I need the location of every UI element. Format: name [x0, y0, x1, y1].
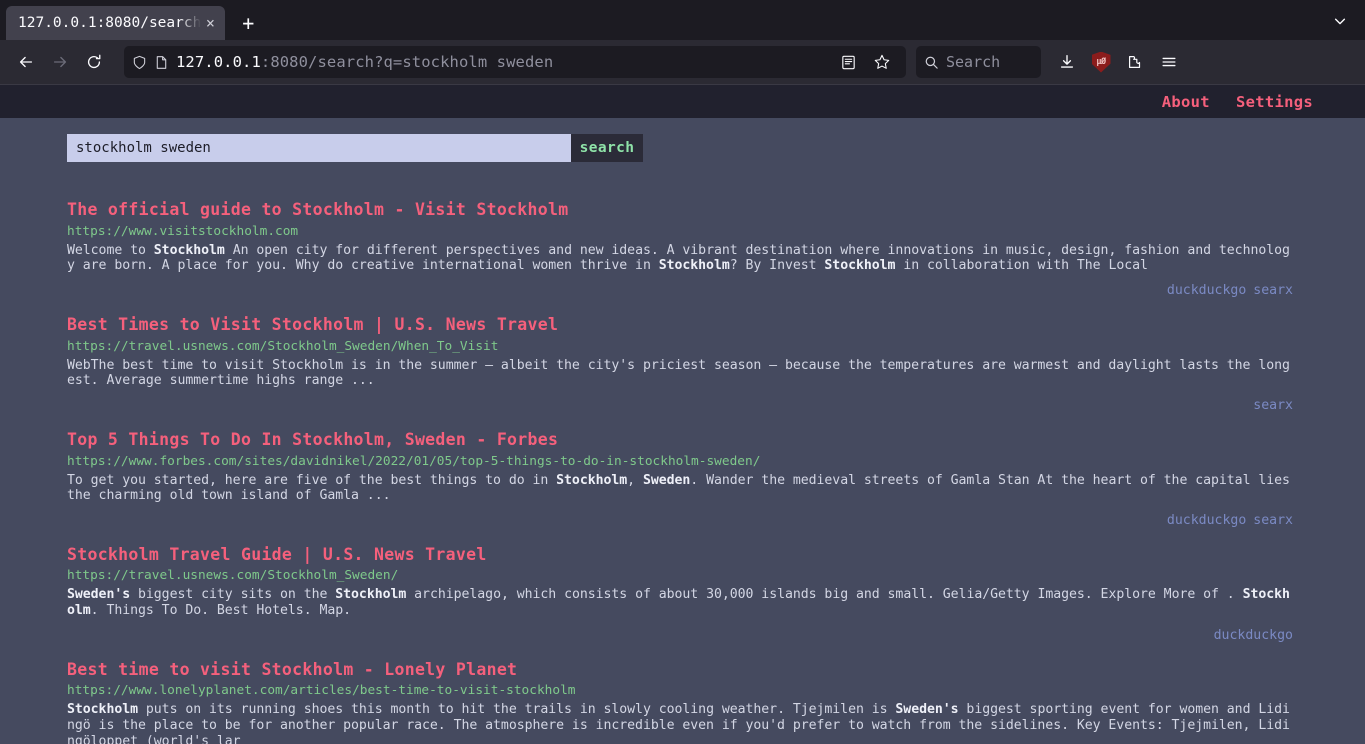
browser-search-placeholder: Search [946, 53, 1001, 71]
result-url: https://travel.usnews.com/Stockholm_Swed… [67, 338, 499, 354]
navigation-toolbar: 127.0.0.1:8080/search?q=stockholm sweden [0, 40, 1365, 85]
result-snippet: Stockholm puts on its running shoes this… [67, 702, 1290, 744]
highlight-term: Stockholm [67, 702, 139, 718]
tab-strip: 127.0.0.1:8080/search × + [0, 0, 1365, 40]
extension-puzzle-icon [1128, 55, 1141, 69]
browser-tab[interactable]: 127.0.0.1:8080/search × [6, 6, 226, 40]
forward-button[interactable] [44, 46, 76, 78]
result-title-link[interactable]: Best time to visit Stockholm - Lonely Pl… [67, 660, 1293, 681]
result-title-link[interactable]: The official guide to Stockholm - Visit … [67, 200, 1293, 221]
arrow-right-icon [53, 56, 67, 68]
url-host: 127.0.0.1 [176, 53, 261, 71]
tab-title: 127.0.0.1:8080/search [18, 15, 202, 31]
back-button[interactable] [10, 46, 42, 78]
search-icon [925, 56, 938, 69]
star-icon [874, 54, 890, 69]
highlight-term: Stockholm [824, 258, 896, 274]
ublock-shield-icon: µØ [1091, 51, 1111, 73]
result-url: https://www.visitstockholm.com [67, 223, 299, 239]
result-url: https://travel.usnews.com/Stockholm_Swed… [67, 568, 399, 584]
url-path: :8080/search?q=stockholm sweden [260, 53, 554, 71]
engine-tag: duckduckgo [1166, 282, 1247, 298]
search-result: Best Times to Visit Stockholm | U.S. New… [67, 315, 1293, 414]
engine-tag: searx [1253, 512, 1293, 528]
result-url: https://www.lonelyplanet.com/articles/be… [67, 683, 576, 699]
result-engines: searx [67, 397, 1293, 414]
page-viewport: About Settings search The official guide… [0, 85, 1365, 744]
highlight-term: Sweden's [895, 702, 959, 718]
site-navigation: About Settings [0, 85, 1365, 118]
shield-icon[interactable] [132, 55, 147, 70]
chevron-down-icon [1334, 18, 1346, 25]
search-result: The official guide to Stockholm - Visit … [67, 200, 1293, 299]
browser-search-bar[interactable]: Search [916, 46, 1041, 78]
search-input[interactable] [67, 134, 571, 162]
engine-tag: searx [1253, 282, 1293, 298]
result-snippet: WebThe best time to visit Stockholm is i… [67, 357, 1290, 389]
download-icon [1060, 55, 1074, 68]
url-bar[interactable]: 127.0.0.1:8080/search?q=stockholm sweden [124, 46, 906, 78]
search-submit-button[interactable]: search [571, 134, 643, 162]
search-form: search [67, 134, 643, 162]
result-engines: duckduckgo [67, 627, 1293, 644]
result-snippet: Welcome to Stockholm An open city for di… [67, 242, 1290, 274]
highlight-term: Sweden [642, 472, 691, 488]
search-result: Best time to visit Stockholm - Lonely Pl… [67, 660, 1293, 744]
engine-tag: duckduckgo [1166, 512, 1247, 528]
reload-button[interactable] [78, 46, 110, 78]
nav-link-about[interactable]: About [1162, 93, 1210, 111]
search-area: search [0, 118, 1365, 162]
highlight-term: Stockholm [67, 587, 1290, 619]
highlight-term: Stockholm [556, 472, 628, 488]
result-title-link[interactable]: Stockholm Travel Guide | U.S. News Trave… [67, 545, 1293, 566]
url-bar-actions [832, 46, 898, 78]
engine-tag: duckduckgo [1213, 627, 1293, 643]
result-title-link[interactable]: Best Times to Visit Stockholm | U.S. New… [67, 315, 1293, 336]
hamburger-menu-icon [1162, 57, 1176, 67]
reader-view-icon [841, 55, 855, 69]
arrow-left-icon [19, 56, 33, 68]
highlight-term: Stockholm [153, 242, 225, 258]
result-snippet: To get you started, here are five of the… [67, 472, 1290, 504]
reader-view-button[interactable] [832, 46, 864, 78]
search-results-list: The official guide to Stockholm - Visit … [0, 162, 1365, 744]
url-text: 127.0.0.1:8080/search?q=stockholm sweden [176, 53, 553, 71]
engine-tag: searx [1253, 397, 1293, 413]
browser-window: 127.0.0.1:8080/search × + 127.0.0.1:8080… [0, 0, 1365, 744]
result-engines: duckduckgo searx [67, 512, 1293, 529]
result-title-link[interactable]: Top 5 Things To Do In Stockholm, Sweden … [67, 430, 1293, 451]
toolbar-end-actions: µØ [1051, 46, 1185, 78]
new-tab-button[interactable]: + [231, 6, 265, 40]
reload-icon [87, 54, 101, 69]
result-url: https://www.forbes.com/sites/davidnikel/… [67, 453, 761, 469]
list-all-tabs-button[interactable] [1327, 8, 1353, 34]
highlight-term: Stockholm [335, 587, 407, 603]
result-snippet: Sweden's biggest city sits on the Stockh… [67, 587, 1290, 619]
app-menu-button[interactable] [1153, 46, 1185, 78]
page-info-icon[interactable] [154, 55, 169, 70]
bookmark-button[interactable] [866, 46, 898, 78]
extensions-button[interactable] [1119, 46, 1151, 78]
downloads-button[interactable] [1051, 46, 1083, 78]
nav-link-settings[interactable]: Settings [1236, 93, 1313, 111]
highlight-term: Stockholm [658, 258, 730, 274]
close-icon[interactable]: × [201, 14, 219, 32]
search-result: Top 5 Things To Do In Stockholm, Sweden … [67, 430, 1293, 529]
highlight-term: Sweden's [67, 587, 131, 603]
ublock-origin-button[interactable]: µØ [1085, 46, 1117, 78]
search-result: Stockholm Travel Guide | U.S. News Trave… [67, 545, 1293, 644]
result-engines: duckduckgo searx [67, 282, 1293, 299]
